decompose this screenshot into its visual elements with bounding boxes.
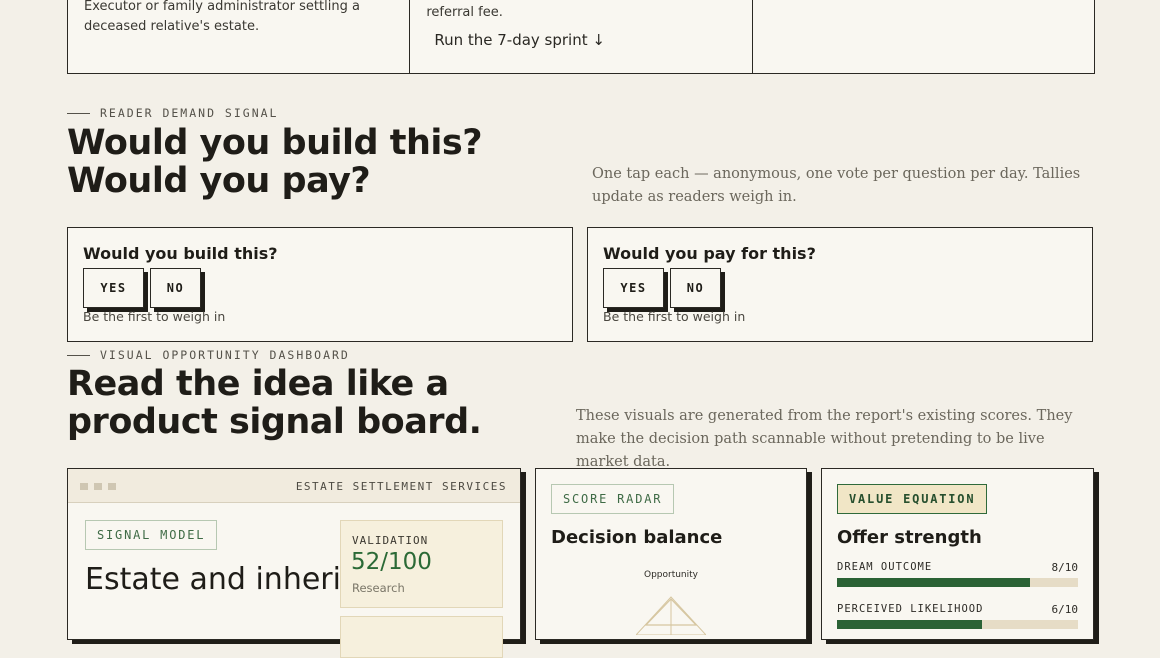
validation-sub: Research <box>352 581 405 595</box>
window-dots <box>80 483 116 490</box>
metric-track <box>837 620 1078 629</box>
score-radar-tag: SCORE RADAR <box>551 484 675 514</box>
pay-yes-button[interactable]: YES <box>603 268 664 308</box>
revenue-text: referral fee. <box>426 5 503 20</box>
metric-name: DREAM OUTCOME <box>837 561 933 573</box>
audience-card-row: Executor or family administrator settlin… <box>67 0 1095 74</box>
secondary-score-box <box>340 616 503 658</box>
value-equation-card: VALUE EQUATION Offer strength DREAM OUTC… <box>821 468 1094 640</box>
pay-question: Would you pay for this? <box>603 244 816 263</box>
pay-vote-note: Be the first to weigh in <box>603 309 746 324</box>
build-question: Would you build this? <box>83 244 278 263</box>
pay-vote-card: Would you pay for this? YES NO Be the fi… <box>587 227 1093 342</box>
radar-title: Decision balance <box>551 527 723 548</box>
dashboard-eyebrow: VISUAL OPPORTUNITY DASHBOARD <box>67 348 350 362</box>
card-header: ESTATE SETTLEMENT SERVICES <box>68 469 520 503</box>
demand-title: Would you build this? Would you pay? <box>67 123 483 201</box>
offer-title: Offer strength <box>837 527 982 548</box>
pay-no-button[interactable]: NO <box>670 268 721 308</box>
empty-cell <box>753 0 1094 73</box>
radar-axis-label: Opportunity <box>643 570 698 580</box>
sprint-link[interactable]: Run the 7-day sprint ↓ <box>434 31 605 49</box>
score-radar-card: SCORE RADAR Decision balance Opportunity <box>535 468 807 640</box>
card-header-title: ESTATE SETTLEMENT SERVICES <box>295 480 507 493</box>
value-equation-tag: VALUE EQUATION <box>837 484 988 514</box>
audience-cell: Executor or family administrator settlin… <box>68 0 411 73</box>
metric-name: PERCEIVED LIKELIHOOD <box>837 603 984 615</box>
validation-label: VALIDATION <box>352 534 429 547</box>
signal-model-tag: SIGNAL MODEL <box>85 520 218 550</box>
validation-box: VALIDATION 52/100 Research <box>340 520 503 608</box>
revenue-cell: referral fee. Run the 7-day sprint ↓ <box>410 0 753 73</box>
build-no-button[interactable]: NO <box>150 268 201 308</box>
build-vote-card: Would you build this? YES NO Be the firs… <box>67 227 573 342</box>
dashboard-title: Read the idea like a product signal boar… <box>67 364 482 442</box>
validation-score: 52/100 <box>351 549 432 575</box>
metric-fill <box>837 578 1030 587</box>
radar-chart <box>636 596 706 635</box>
metric-track <box>837 578 1078 587</box>
build-vote-note: Be the first to weigh in <box>83 309 226 324</box>
signal-model-card: ESTATE SETTLEMENT SERVICES SIGNAL MODEL … <box>67 468 521 658</box>
audience-text: Executor or family administrator settlin… <box>84 0 360 34</box>
demand-lede: One tap each — anonymous, one vote per q… <box>592 166 1081 205</box>
dashboard-lede: These visuals are generated from the rep… <box>576 408 1073 470</box>
metric-fill <box>837 620 982 629</box>
metric-value: 6/10 <box>1051 603 1079 616</box>
demand-eyebrow: READER DEMAND SIGNAL <box>67 106 278 120</box>
metric-value: 8/10 <box>1051 561 1079 574</box>
build-yes-button[interactable]: YES <box>83 268 144 308</box>
